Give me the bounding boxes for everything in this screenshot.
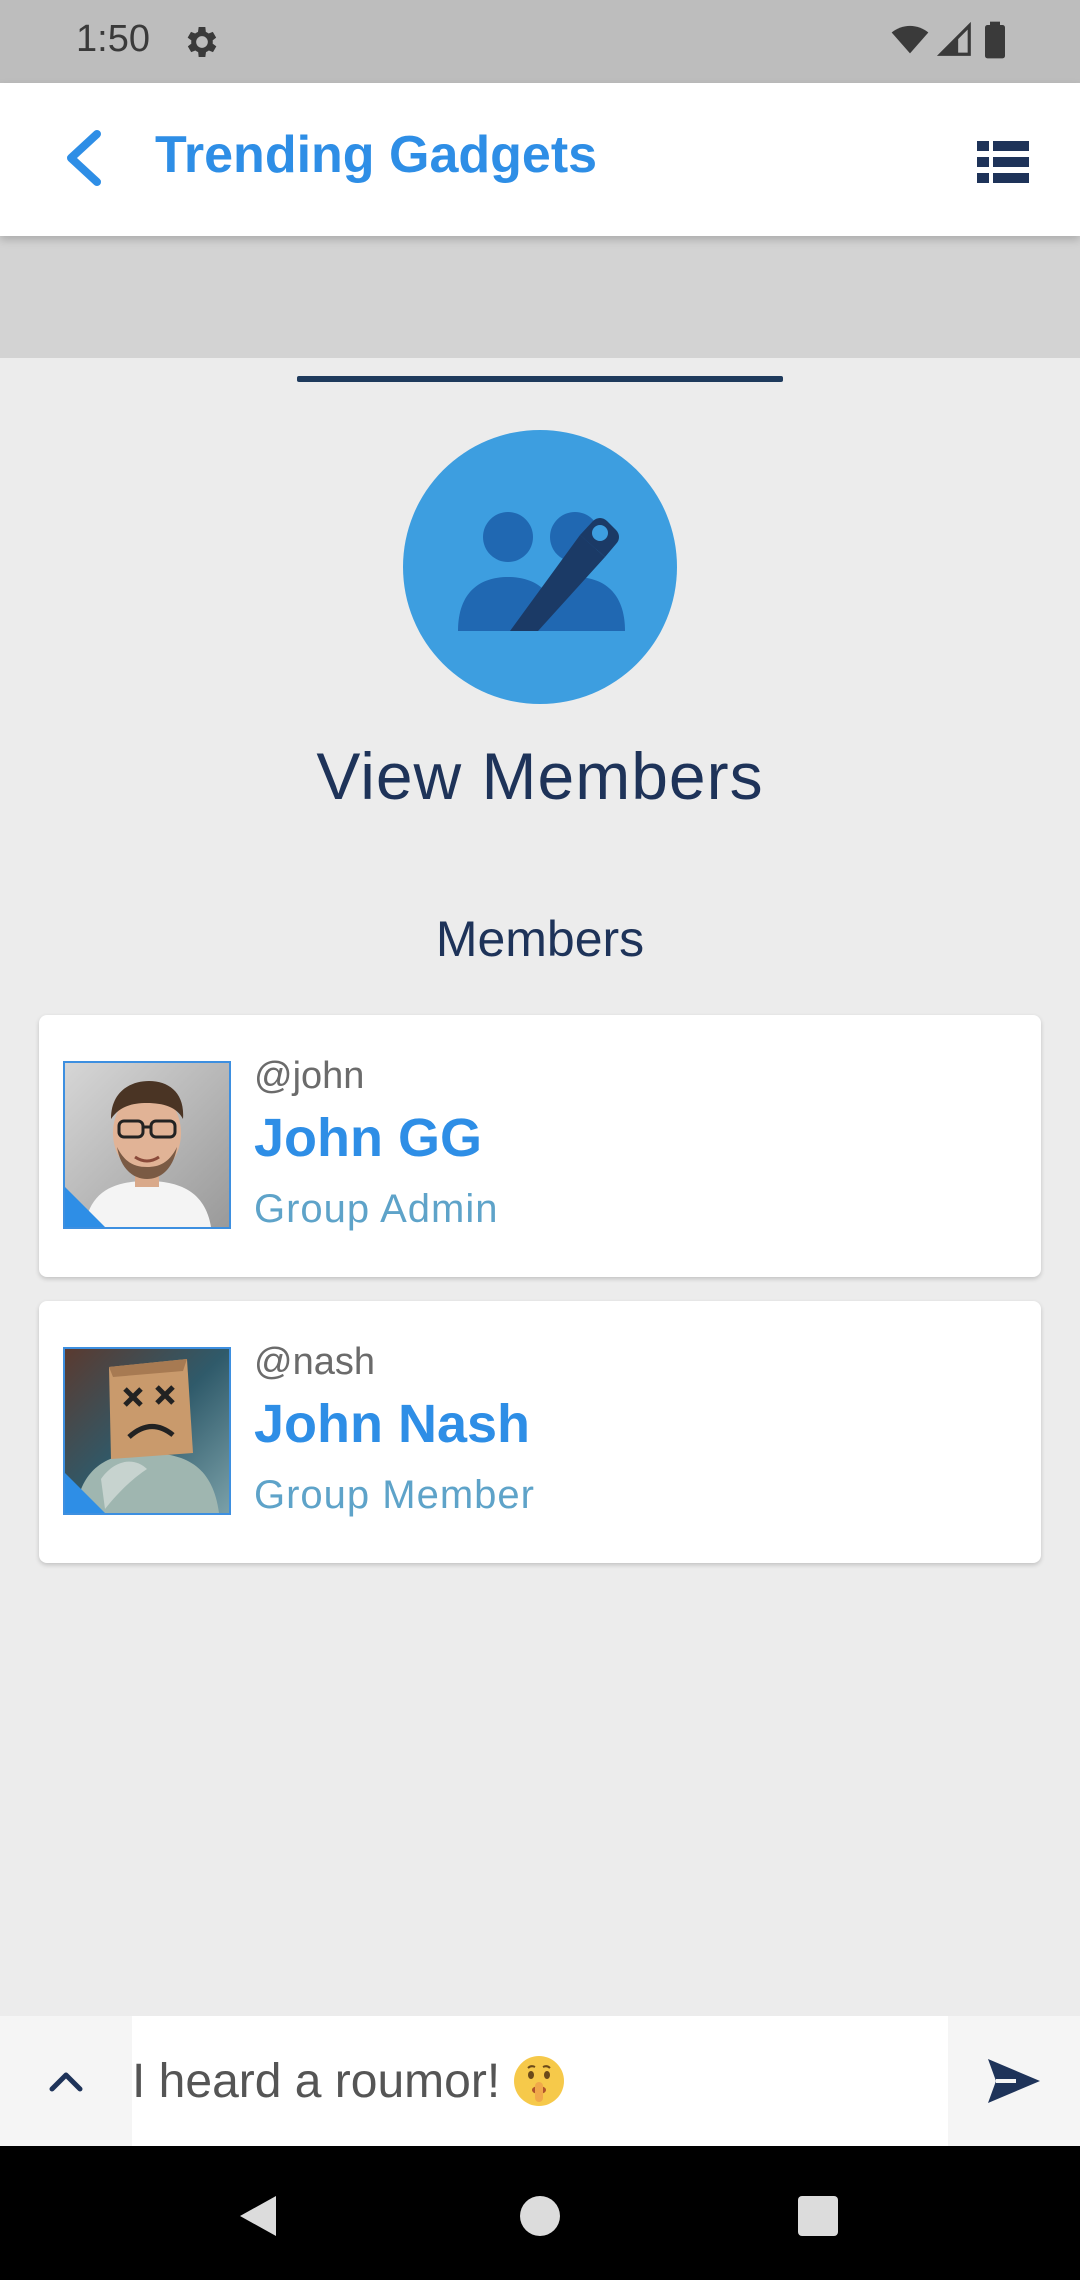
members-section-label: Members [435, 911, 645, 967]
nav-home-button[interactable] [500, 2176, 580, 2256]
send-icon [988, 2059, 1040, 2103]
list-icon [977, 141, 1029, 183]
group-edit-button[interactable] [403, 430, 677, 704]
screen: 1:50 Trending Gadgets View Members Membe… [0, 0, 1080, 2280]
nav-back-button[interactable] [218, 2176, 298, 2256]
page-title: Trending Gadgets [155, 126, 598, 184]
sheet-title: View Members [316, 739, 764, 813]
dimmed-background[interactable] [0, 236, 1080, 358]
nav-recents-button[interactable] [778, 2176, 858, 2256]
member-card[interactable]: @nash John Nash Group Member [39, 1301, 1041, 1563]
member-name: John GG [254, 1108, 482, 1168]
recents-square-icon [798, 2196, 838, 2236]
sheet-drag-handle[interactable] [297, 376, 783, 382]
member-role: Group Admin [254, 1187, 499, 1231]
system-navigation-bar [0, 2146, 1080, 2280]
status-icons [890, 20, 1010, 65]
status-time: 1:50 [76, 18, 150, 60]
expand-button[interactable] [0, 2016, 132, 2146]
member-card[interactable]: @john John GG Group Admin [39, 1015, 1041, 1277]
message-text: I heard a roumor! [132, 2054, 501, 2108]
home-circle-icon [520, 2196, 560, 2236]
back-button[interactable] [48, 123, 118, 193]
avatar [63, 1347, 231, 1515]
member-handle: @nash [254, 1341, 375, 1383]
status-bar: 1:50 [0, 0, 1080, 83]
signal-icon [936, 21, 974, 64]
battery-icon [980, 20, 1010, 65]
gear-icon [182, 22, 222, 62]
app-bar: Trending Gadgets [0, 83, 1080, 236]
message-composer: I heard a roumor! [0, 2016, 1080, 2146]
shushing-face-emoji-icon [512, 2054, 566, 2108]
member-name: John Nash [254, 1394, 531, 1454]
group-edit-icon [458, 512, 625, 631]
chevron-up-icon [49, 2072, 83, 2092]
back-triangle-icon [240, 2196, 276, 2236]
message-input[interactable]: I heard a roumor! [132, 2016, 948, 2146]
avatar [63, 1061, 231, 1229]
members-sheet: View Members Members @john John GG Group… [0, 358, 1080, 2016]
member-role: Group Member [254, 1473, 535, 1517]
chevron-left-icon [67, 130, 101, 186]
wifi-icon [890, 20, 930, 65]
list-view-button[interactable] [968, 135, 1038, 189]
member-handle: @john [254, 1055, 365, 1097]
send-button[interactable] [948, 2016, 1080, 2146]
